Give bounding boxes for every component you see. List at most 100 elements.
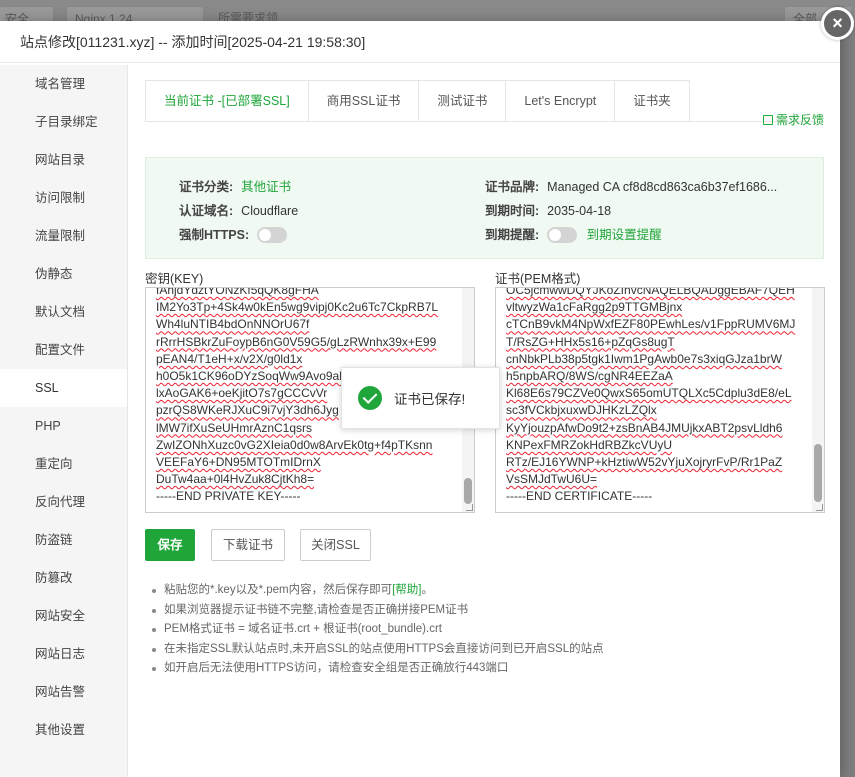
cert-resize-handle[interactable] bbox=[816, 504, 823, 511]
ssl-tab[interactable]: 商用SSL证书 bbox=[308, 81, 420, 122]
cert-domain-key: 认证域名: bbox=[179, 204, 234, 218]
cert-textarea[interactable]: OC5jcmwwDQYJKoZIhvcNAQELBQADggEBAF7QEH vl… bbox=[495, 287, 825, 513]
sidebar-item[interactable]: SSL bbox=[0, 369, 127, 407]
cert-domain-row: 认证域名: Cloudflare bbox=[179, 200, 298, 219]
cert-expire-value: 2035-04-18 bbox=[547, 204, 612, 218]
close-modal-button[interactable]: × bbox=[821, 7, 854, 40]
cert-brand-value: Managed CA cf8d8cd863ca6b37ef1686... bbox=[547, 180, 778, 194]
tip-suffix: 。 bbox=[421, 584, 434, 596]
sidebar-item[interactable]: 流量限制 bbox=[0, 217, 127, 255]
key-resize-handle[interactable] bbox=[466, 504, 473, 511]
tip-item: 如果浏览器提示证书链不完整,请检查是否正确拼接PEM证书 bbox=[149, 601, 819, 621]
sidebar-item[interactable]: 重定向 bbox=[0, 445, 127, 483]
expire-remind-toggle[interactable] bbox=[547, 227, 578, 243]
textarea-line: KyYjouzpAfwDo9t2+zsBnAB4JMUjkxABT2psvLld… bbox=[506, 420, 783, 435]
sidebar-item[interactable]: 域名管理 bbox=[0, 65, 127, 103]
sidebar-item[interactable]: 网站告警 bbox=[0, 673, 127, 711]
key-label: 密钥(KEY) bbox=[145, 272, 204, 286]
save-button[interactable]: 保存 bbox=[145, 529, 195, 561]
cert-brand-row: 证书品牌: Managed CA cf8d8cd863ca6b37ef1686..… bbox=[485, 176, 777, 195]
textarea-line: pEAN4/T1eH+x/v2X/g0ld1x bbox=[156, 351, 303, 366]
textarea-line: cnNbkPLb38p5tgk1Iwm1PgAwb0e7s3xiqGJza1br… bbox=[506, 351, 782, 366]
textarea-line: -----END CERTIFICATE----- bbox=[506, 489, 653, 504]
expire-remind-link[interactable]: 到期设置提醒 bbox=[587, 228, 662, 242]
sidebar-item[interactable]: 子目录绑定 bbox=[0, 103, 127, 141]
sidebar-item[interactable]: 防盗链 bbox=[0, 521, 127, 559]
key-scroll-thumb[interactable] bbox=[464, 478, 472, 504]
sidebar: 域名管理 子目录绑定 网站目录 访问限制 流量限制 伪静态 默认文档 配置文件 SSL PHP 重定… bbox=[0, 65, 128, 777]
tip-text: PEM格式证书 = 域名证书.crt + 根证书(root_bundle).cr… bbox=[164, 623, 442, 635]
sidebar-item[interactable]: 配置文件 bbox=[0, 331, 127, 369]
force-https-key: 强制HTTPS: bbox=[179, 228, 250, 242]
tips-list: 粘贴您的*.key以及*.pem内容，然后保存即可[帮助]。如果浏览器提示证书链… bbox=[149, 581, 819, 679]
textarea-line: fAhjdYdztYONzKf5qQK8gFHA bbox=[156, 287, 319, 297]
modal-title: 站点修改[011231.xyz] -- 添加时间[2025-04-21 19:5… bbox=[20, 34, 366, 50]
textarea-line: -----END PRIVATE KEY----- bbox=[156, 489, 301, 504]
ssl-tab[interactable]: 测试证书 bbox=[419, 81, 507, 122]
textarea-line: rRrrHSBkrZuFoypB6nG0V59G5/gLzRWnhx39x+E9… bbox=[156, 334, 437, 349]
save-success-toast: 证书已保存! bbox=[341, 367, 500, 429]
tip-item: 在未指定SSL默认站点时,未开启SSL的站点使用HTTPS会直接访问到已开启SS… bbox=[149, 640, 819, 660]
close-icon: × bbox=[832, 13, 843, 33]
sidebar-item[interactable]: 伪静态 bbox=[0, 255, 127, 293]
tip-item: 如开启后无法使用HTTPS访问，请检查安全组是否正确放行443端口 bbox=[149, 659, 819, 679]
tip-text: 粘贴您的*.key以及*.pem内容，然后保存即可 bbox=[164, 584, 393, 596]
textarea-line: sc3fVCkbjxuxwDJHKzLZQlx bbox=[506, 403, 657, 418]
ssl-tabs: 当前证书 -[已部署SSL] 商用SSL证书 测试证书 Let's Encrypt 证书… bbox=[145, 80, 690, 122]
textarea-line: Kl68E6s79CZVe0QwxS65omUTQLXc5Cdplu3dE8/e… bbox=[506, 386, 792, 401]
ssl-tab[interactable]: Let's Encrypt bbox=[506, 81, 616, 122]
sidebar-item[interactable]: PHP bbox=[0, 407, 127, 445]
sidebar-item[interactable]: 网站日志 bbox=[0, 635, 127, 673]
cert-type-key: 证书分类: bbox=[179, 180, 234, 194]
tip-text: 如果浏览器提示证书链不完整,请检查是否正确拼接PEM证书 bbox=[164, 603, 469, 616]
feedback-link[interactable]: 需求反馈 bbox=[763, 111, 824, 128]
success-check-icon bbox=[358, 386, 382, 410]
cert-info-box: 证书分类: 其他证书 证书品牌: Managed CA cf8d8cd863ca6b… bbox=[145, 157, 824, 259]
modal-header: 站点修改[011231.xyz] -- 添加时间[2025-04-21 19:5… bbox=[0, 21, 840, 63]
textarea-line: KNPexFMRZokHdRBZkcVUyU bbox=[506, 437, 673, 452]
close-ssl-button[interactable]: 关闭SSL bbox=[300, 529, 371, 561]
sidebar-item[interactable]: 防篡改 bbox=[0, 559, 127, 597]
textarea-line: Wh4luNTIB4bdOnNNOrU67f bbox=[156, 317, 310, 332]
force-https-toggle[interactable] bbox=[257, 227, 288, 243]
textarea-line: cTCnB9vkM4NpWxfEZF80PEwhLes/v1FppRUMV6MJ bbox=[506, 317, 796, 332]
textarea-line: h5npbARQ/8WS/cgNR4EEZaA bbox=[506, 369, 673, 384]
tip-text: 在未指定SSL默认站点时,未开启SSL的站点使用HTTPS会直接访问到已开启SS… bbox=[164, 642, 604, 655]
sidebar-item[interactable]: 默认文档 bbox=[0, 293, 127, 331]
textarea-line: OC5jcmwwDQYJKoZIhvcNAQELBQADggEBAF7QEH bbox=[506, 287, 795, 297]
tabs-divider bbox=[145, 121, 824, 122]
textarea-line: ZwIZONhXuzc0vG2XIeia0d0w8ArvEk0tg+f4pTKs… bbox=[156, 437, 433, 452]
toast-message: 证书已保存! bbox=[394, 392, 466, 407]
cert-textarea-content: OC5jcmwwDQYJKoZIhvcNAQELBQADggEBAF7QEH vl… bbox=[506, 287, 810, 506]
textarea-line: VEEFaY6+DN95MTOTmIDrnX bbox=[156, 455, 321, 470]
cert-expire-row: 到期时间: 2035-04-18 bbox=[485, 200, 611, 219]
feedback-icon bbox=[763, 115, 773, 125]
tip-text: 如开启后无法使用HTTPS访问，请检查安全组是否正确放行443端口 bbox=[164, 662, 509, 674]
cert-type-row: 证书分类: 其他证书 bbox=[179, 176, 291, 195]
expire-remind-key: 到期提醒: bbox=[485, 228, 540, 242]
sidebar-item[interactable]: 网站目录 bbox=[0, 141, 127, 179]
sidebar-item[interactable]: 反向代理 bbox=[0, 483, 127, 521]
textarea-line: DuTw4aa+0l4HvZuk8CjtKh8= bbox=[156, 472, 315, 487]
cert-brand-key: 证书品牌: bbox=[485, 180, 540, 194]
sidebar-item[interactable]: 访问限制 bbox=[0, 179, 127, 217]
feedback-label: 需求反馈 bbox=[776, 113, 825, 127]
cert-scroll-thumb[interactable] bbox=[814, 444, 822, 502]
help-link[interactable]: [帮助] bbox=[392, 584, 421, 596]
tip-item: PEM格式证书 = 域名证书.crt + 根证书(root_bundle).cr… bbox=[149, 620, 819, 640]
textarea-line: VsSMJdTwU6U= bbox=[506, 472, 598, 487]
sidebar-item[interactable]: 网站安全 bbox=[0, 597, 127, 635]
cert-type-value: 其他证书 bbox=[241, 180, 292, 194]
textarea-line: T/RsZG+HHx5s16+pZqGs8ugT bbox=[506, 334, 675, 349]
ssl-tab[interactable]: 证书夹 bbox=[615, 81, 689, 122]
tip-item: 粘贴您的*.key以及*.pem内容，然后保存即可[帮助]。 bbox=[149, 581, 819, 601]
cert-domain-value: Cloudflare bbox=[241, 204, 299, 218]
cert-expire-key: 到期时间: bbox=[485, 204, 540, 218]
textarea-line: IM2Yo3Tp+4Sk4w0kEn5wg9vipj0Kc2u6Tc7CkpRB… bbox=[156, 300, 439, 315]
force-https-row: 强制HTTPS: bbox=[179, 224, 288, 243]
sidebar-item[interactable]: 其他设置 bbox=[0, 711, 127, 749]
download-cert-button[interactable]: 下载证书 bbox=[211, 529, 285, 561]
cert-label: 证书(PEM格式) bbox=[495, 272, 581, 286]
cert-scrollbar[interactable] bbox=[812, 288, 824, 512]
ssl-tab[interactable]: 当前证书 -[已部署SSL] bbox=[146, 81, 309, 122]
